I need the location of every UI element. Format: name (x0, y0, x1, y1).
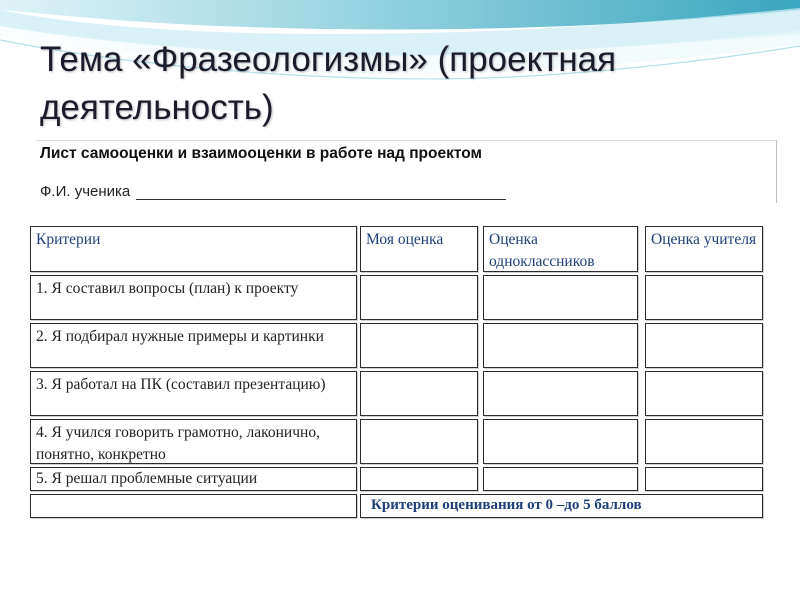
classmates-score-cell[interactable] (483, 371, 638, 416)
classmates-score-cell[interactable] (483, 275, 638, 320)
criterion-text: 4. Я учился говорить грамотно, лаконично… (36, 424, 320, 463)
table-row-criterion: 1. Я составил вопросы (план) к проекту (30, 275, 357, 320)
table-header-cell: Критерии (30, 226, 357, 272)
my-score-cell[interactable] (360, 275, 478, 320)
teacher-score-cell[interactable] (645, 419, 763, 464)
table-header-cell: Оценка учителя (645, 226, 763, 272)
classmates-score-cell[interactable] (483, 467, 638, 491)
header-criteria: Критерии (36, 231, 101, 248)
my-score-cell[interactable] (360, 419, 478, 464)
header-my-score: Моя оценка (366, 231, 444, 248)
footer-empty-cell (30, 494, 357, 518)
criterion-text: 2. Я подбирал нужные примеры и картинки (36, 328, 324, 345)
my-score-cell[interactable] (360, 371, 478, 416)
table-row-criterion: 3. Я работал на ПК (составил презентацию… (30, 371, 357, 416)
teacher-score-cell[interactable] (645, 371, 763, 416)
table-header-cell: Оценка одноклассников (483, 226, 638, 272)
criterion-text: 5. Я решал проблемные ситуации (36, 470, 258, 487)
criterion-text: 1. Я составил вопросы (план) к проекту (36, 280, 299, 297)
teacher-score-cell[interactable] (645, 275, 763, 320)
scoring-criteria-note: Критерии оценивания от 0 –до 5 баллов (371, 497, 642, 513)
classmates-score-cell[interactable] (483, 419, 638, 464)
footer-note-cell: Критерии оценивания от 0 –до 5 баллов (360, 494, 763, 518)
assessment-table: Критерии Моя оценка Оценка однокласснико… (0, 0, 800, 600)
header-classmates-score: Оценка одноклассников (489, 231, 595, 270)
my-score-cell[interactable] (360, 467, 478, 491)
table-row-criterion: 5. Я решал проблемные ситуации (30, 467, 357, 491)
table-row-criterion: 2. Я подбирал нужные примеры и картинки (30, 323, 357, 368)
table-row-criterion: 4. Я учился говорить грамотно, лаконично… (30, 419, 357, 464)
teacher-score-cell[interactable] (645, 467, 763, 491)
classmates-score-cell[interactable] (483, 323, 638, 368)
teacher-score-cell[interactable] (645, 323, 763, 368)
criterion-text: 3. Я работал на ПК (составил презентацию… (36, 376, 326, 393)
my-score-cell[interactable] (360, 323, 478, 368)
table-header-cell: Моя оценка (360, 226, 478, 272)
header-teacher-score: Оценка учителя (651, 231, 757, 248)
